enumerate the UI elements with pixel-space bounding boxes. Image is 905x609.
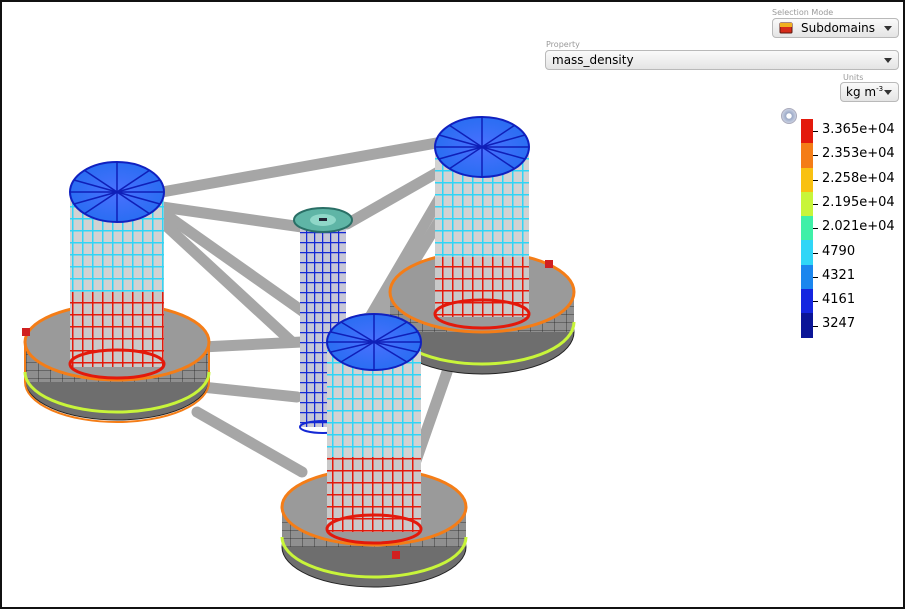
legend-label: 3247 [822,316,856,332]
legend-swatch [801,119,813,144]
chevron-down-icon [884,57,892,63]
units-dropdown[interactable]: kg m-3 [840,82,899,102]
selection-mode-value: Subdomains [801,21,876,35]
legend-tick [813,276,818,278]
left-column [22,161,211,423]
legend-swatch [801,216,813,241]
legend-label: 2.258e+04 [822,170,895,186]
legend-swatch [801,191,813,217]
model-3d-view[interactable] [2,2,903,607]
viewport-frame: Selection Mode Subdomains Property mass_… [0,0,905,609]
property-caption: Property [546,40,580,49]
legend-label: 4161 [822,292,856,308]
legend-swatch [801,167,813,192]
legend-tick [813,204,818,206]
subdomain-cube-icon [779,22,793,34]
legend-tick [813,325,818,327]
legend-label: 2.021e+04 [822,219,895,235]
chevron-down-icon [884,89,892,95]
property-dropdown[interactable]: mass_density [545,50,899,70]
legend-label: 4790 [822,243,856,259]
legend-tick [813,252,818,254]
legend-label: 3.365e+04 [822,122,895,137]
legend-label: 2.195e+04 [822,194,895,210]
units-caption: Units [843,73,864,82]
legend-swatch [801,143,813,168]
selection-mode-caption: Selection Mode [772,8,834,17]
legend-tick [813,301,818,303]
legend-swatch [801,313,813,338]
legend-tick [813,179,818,181]
legend-swatch [801,289,813,314]
chevron-down-icon [884,25,892,31]
selection-mode-dropdown[interactable]: Subdomains [772,18,899,38]
legend-tick [813,228,818,230]
legend-label: 4321 [822,267,856,283]
legend-swatch [801,264,813,290]
legend-swatch [801,240,813,265]
legend-settings-icon[interactable] [781,108,797,124]
legend-tick [813,131,818,133]
color-legend-bar [801,119,813,338]
legend-tick [813,155,818,157]
legend-label: 2.353e+04 [822,146,895,162]
property-value: mass_density [552,53,634,67]
units-value: kg m-3 [846,85,884,99]
